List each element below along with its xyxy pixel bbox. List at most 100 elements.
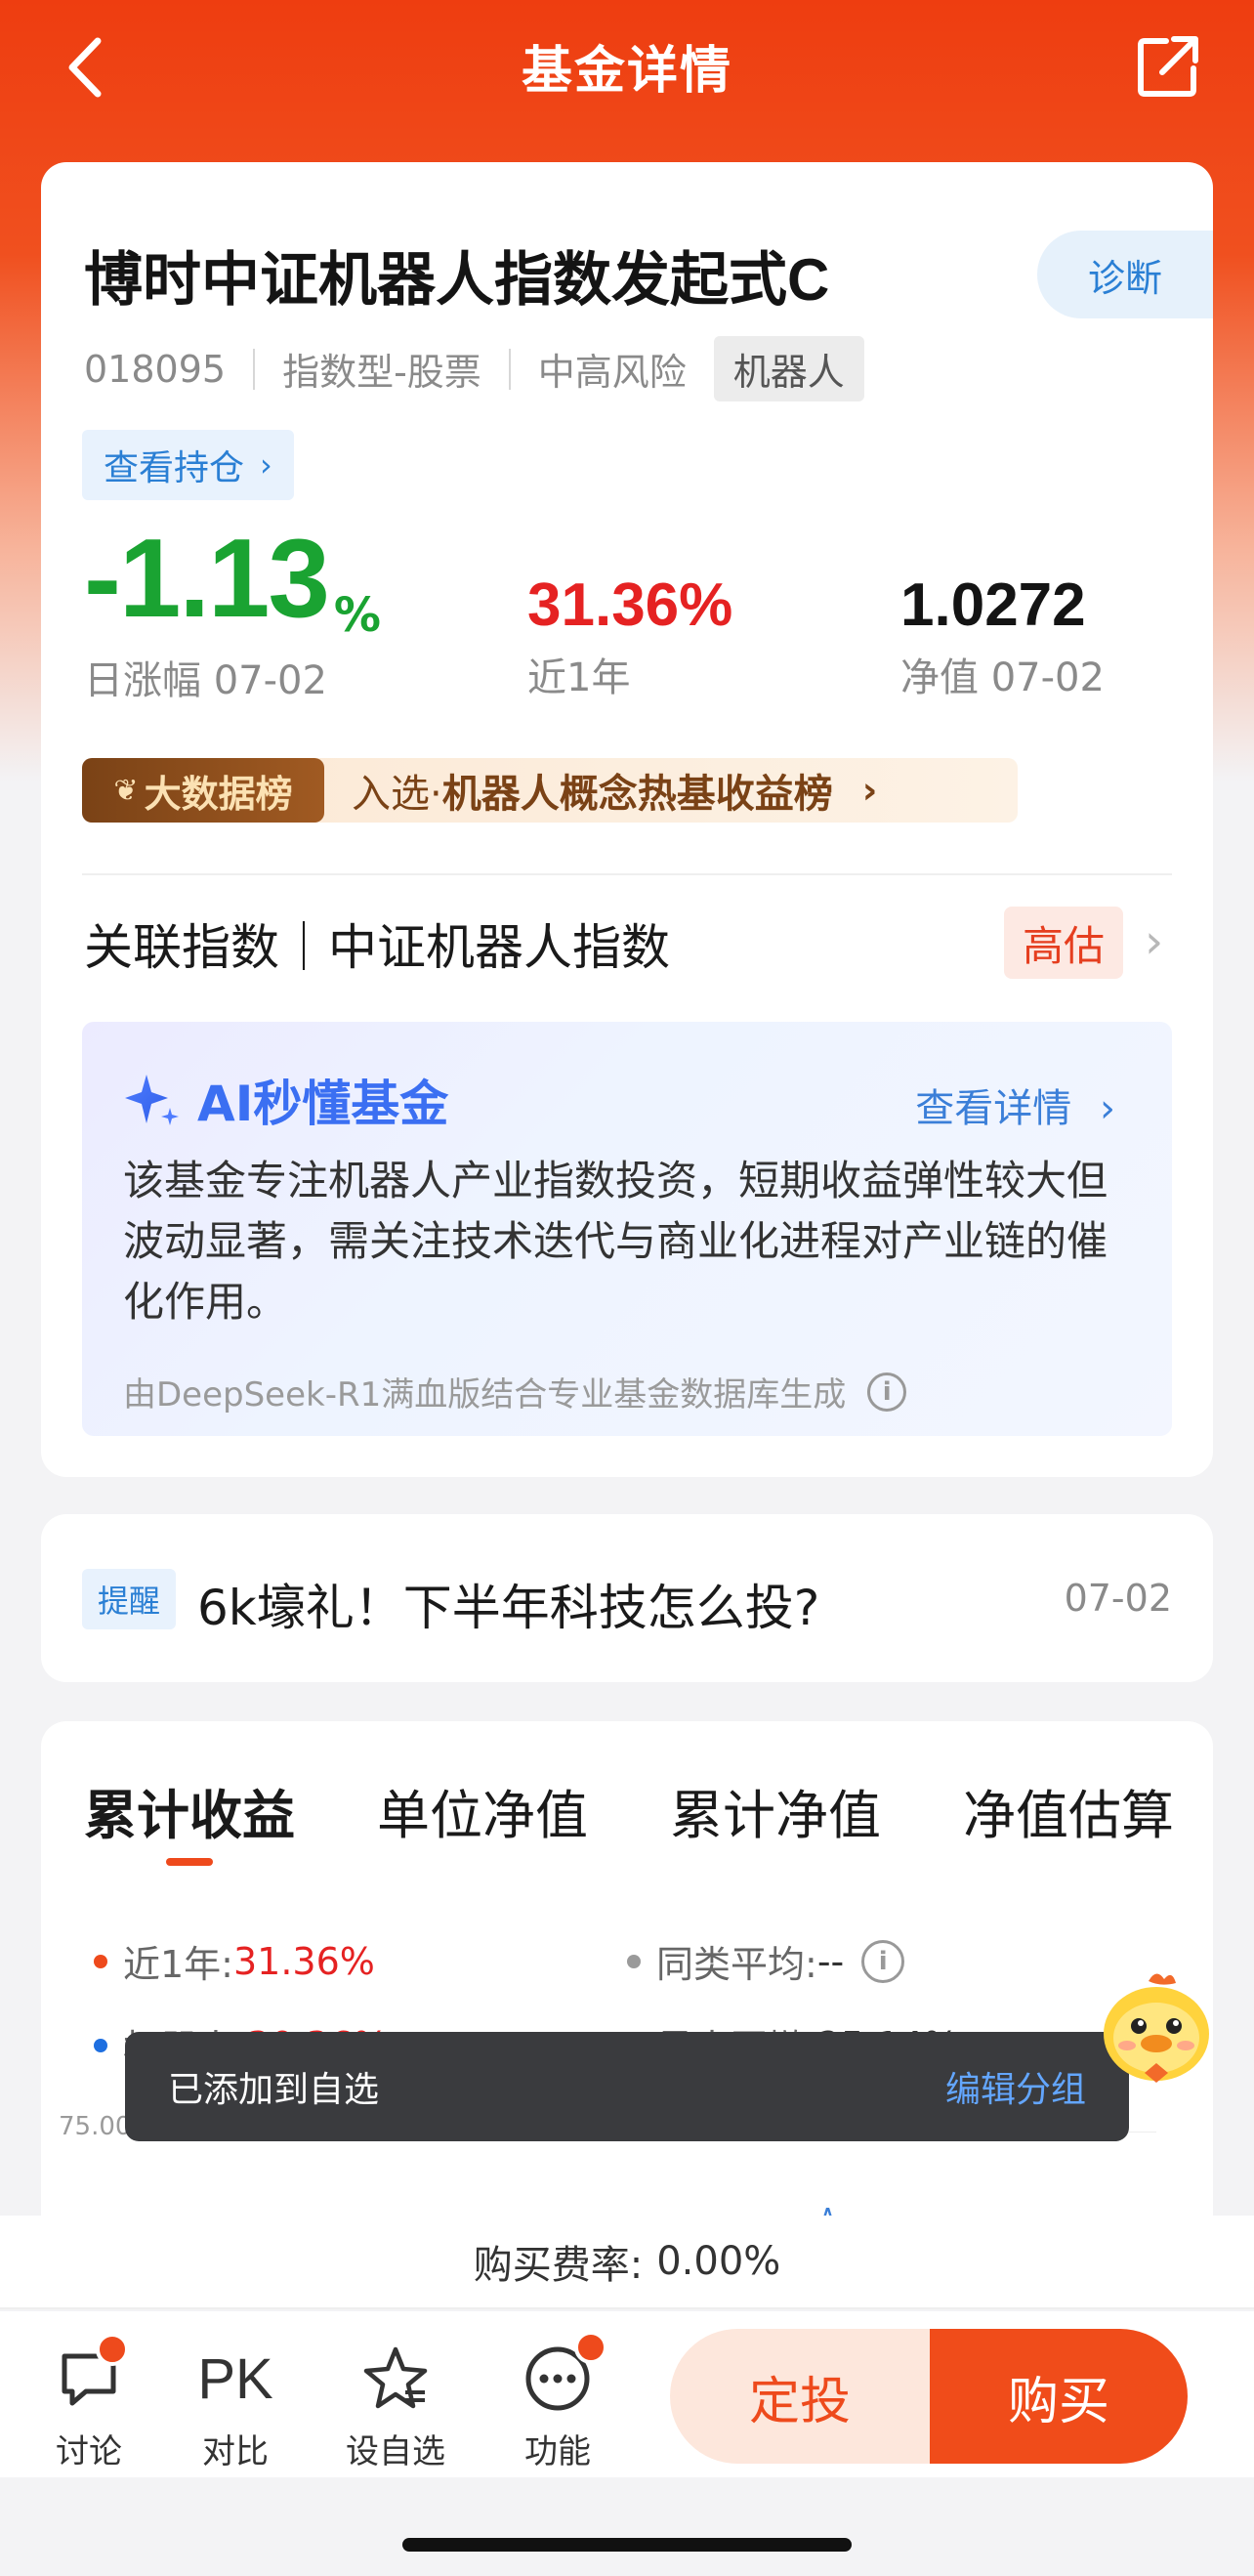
- notice-tag: 提醒: [82, 1569, 176, 1629]
- active-tab-indicator: [166, 1858, 213, 1866]
- valuation-badge[interactable]: 高估: [1004, 907, 1123, 979]
- edit-group-link[interactable]: 编辑分组: [945, 2061, 1086, 2112]
- watchlist-button[interactable]: 设自选: [332, 2341, 459, 2472]
- star-icon: [363, 2346, 428, 2409]
- bigdata-list-name: 机器人概念热基收益榜: [441, 772, 833, 817]
- compare-button[interactable]: PK 对比: [172, 2341, 299, 2472]
- chevron-right-icon: ›: [260, 446, 272, 484]
- functions-icon-wrap: [494, 2331, 621, 2417]
- ai-source-text: 由DeepSeek-R1满血版结合专业基金数据库生成: [123, 1375, 847, 1415]
- nav-value: 1.0272: [900, 571, 1086, 639]
- chevron-right-icon: ›: [1100, 1086, 1115, 1131]
- tab-nav-estimate[interactable]: 净值估算: [963, 1772, 1174, 1849]
- view-holdings-button[interactable]: 查看持仓 ›: [82, 430, 294, 500]
- watchlist-icon-wrap: [332, 2341, 459, 2417]
- bigdata-badge-label: 大数据榜: [144, 772, 293, 816]
- notice-date: 07-02: [1064, 1577, 1172, 1620]
- discuss-icon-wrap: [25, 2333, 152, 2417]
- legend-fund-label: 近1年:: [123, 1943, 233, 1986]
- fund-overview-card: 博时中证机器人指数发起式C 诊断 018095 指数型-股票 中高风险 机器人 …: [41, 162, 1213, 1477]
- sip-button[interactable]: 定投: [670, 2329, 930, 2464]
- chart-tabs: 累计收益 单位净值 累计净值 净值估算: [84, 1772, 1174, 1849]
- functions-button[interactable]: 功能: [494, 2331, 621, 2472]
- fee-value: 0.00%: [656, 2239, 781, 2284]
- fund-name: 博时中证机器人指数发起式C: [84, 247, 830, 313]
- daily-change-stat: -1.13 % 日涨幅 07-02: [84, 517, 381, 705]
- divider: [508, 348, 511, 390]
- home-indicator[interactable]: [402, 2538, 852, 2552]
- sparkle-icon: [125, 1075, 179, 1125]
- legend-dot: [94, 2038, 107, 2052]
- page-title: 基金详情: [521, 42, 732, 101]
- notification-dot: [574, 2331, 607, 2364]
- view-holdings-label: 查看持仓: [104, 448, 245, 488]
- theme-tag[interactable]: 机器人: [713, 336, 864, 401]
- legend-dot: [627, 1954, 641, 1968]
- section-divider: [82, 873, 1172, 875]
- daily-change-value: -1.13: [84, 517, 330, 641]
- discuss-button[interactable]: 讨论: [25, 2333, 152, 2472]
- year-return-label: 近1年: [527, 655, 631, 700]
- toast-message: 已添加到自选: [168, 2070, 380, 2110]
- fund-code: 018095: [84, 347, 227, 391]
- legend-dot: [94, 1954, 107, 1968]
- legend-peer: 同类平均: -- i: [627, 1934, 905, 1988]
- chick-icon: [1104, 1973, 1209, 2083]
- year-return-value: 31.36%: [527, 571, 733, 639]
- tab-cumulative-nav[interactable]: 累计净值: [670, 1772, 881, 1849]
- tab-unit-nav[interactable]: 单位净值: [377, 1772, 588, 1849]
- ai-view-details-label: 查看详情: [915, 1086, 1072, 1131]
- nav-header: 基金详情: [0, 0, 1254, 137]
- toast-notification: 已添加到自选 编辑分组: [125, 2032, 1129, 2141]
- pk-icon: PK: [197, 2346, 273, 2411]
- buy-button[interactable]: 购买: [930, 2329, 1188, 2464]
- compare-label: 对比: [202, 2432, 269, 2471]
- ai-summary-title: AI秒懂基金: [121, 1065, 448, 1135]
- bigdata-text: 入选·机器人概念热基收益榜: [352, 762, 833, 819]
- info-icon[interactable]: i: [867, 1372, 907, 1412]
- info-icon[interactable]: i: [861, 1939, 905, 1983]
- discuss-label: 讨论: [56, 2432, 122, 2471]
- related-index-link[interactable]: 关联指数｜中证机器人指数: [84, 908, 670, 979]
- share-button[interactable]: [1133, 31, 1203, 102]
- nav-label: 净值 07-02: [900, 655, 1105, 700]
- chevron-right-icon: ›: [861, 769, 878, 812]
- watchlist-label: 设自选: [346, 2432, 445, 2471]
- laurel-left-icon: ❦: [113, 773, 139, 808]
- divider: [253, 348, 256, 390]
- ai-summary-text: 该基金专注机器人产业指数投资，短期收益弹性较大但波动显著，需关注技术迭代与商业化…: [123, 1157, 1108, 1326]
- fund-risk: 中高风险: [537, 351, 687, 394]
- ai-title-text: AI秒懂基金: [197, 1076, 449, 1132]
- performance-card: 累计收益 单位净值 累计净值 净值估算 近1年: 31.36% 同类平均: --…: [41, 1721, 1213, 2288]
- ai-view-details-link[interactable]: 查看详情 ›: [915, 1077, 1115, 1133]
- ai-summary-box: AI秒懂基金 查看详情 › 该基金专注机器人产业指数投资，短期收益弹性较大但波动…: [82, 1022, 1172, 1436]
- bigdata-ranking-banner[interactable]: ❦ 大数据榜 入选·机器人概念热基收益榜 ›: [82, 758, 1018, 823]
- share-icon: [1138, 36, 1198, 97]
- legend-fund-value: 31.36%: [232, 1939, 375, 1983]
- legend-peer-value: --: [816, 1939, 845, 1983]
- mascot-chick-icon[interactable]: [1092, 1965, 1219, 2090]
- legend-fund: 近1年: 31.36%: [94, 1934, 375, 1988]
- year-return-stat: 31.36% 近1年: [527, 570, 732, 702]
- ai-source-note: 由DeepSeek-R1满血版结合专业基金数据库生成 i: [123, 1368, 907, 1415]
- compare-icon-wrap: PK: [172, 2341, 299, 2417]
- purchase-button-group: 定投 购买: [670, 2329, 1188, 2464]
- functions-label: 功能: [524, 2432, 591, 2471]
- notice-card[interactable]: 提醒 6k壕礼！下半年科技怎么投? 07-02: [41, 1514, 1213, 1682]
- fund-type: 指数型-股票: [282, 351, 481, 394]
- chevron-right-icon[interactable]: ›: [1145, 914, 1163, 969]
- notice-text: 6k壕礼！下半年科技怎么投?: [197, 1580, 820, 1636]
- nav-stat: 1.0272 净值 07-02: [900, 570, 1105, 702]
- notification-dot: [96, 2333, 129, 2366]
- bigdata-badge: ❦ 大数据榜: [82, 758, 324, 823]
- fee-label: 购买费率:: [473, 2243, 644, 2288]
- bottom-action-bar: 讨论 PK 对比 设自选 功能 定投 购买: [0, 2311, 1254, 2477]
- fund-meta-row: 018095 指数型-股票 中高风险 机器人: [84, 336, 864, 401]
- legend-peer-label: 同类平均:: [656, 1943, 817, 1986]
- diagnose-button[interactable]: 诊断: [1037, 231, 1213, 318]
- daily-change-label: 日涨幅 07-02: [84, 658, 327, 703]
- bigdata-prefix: 入选·: [352, 772, 442, 817]
- daily-change-unit: %: [333, 588, 381, 643]
- purchase-fee-bar: 购买费率: 0.00%: [0, 2216, 1254, 2309]
- tab-cumulative-return[interactable]: 累计收益: [84, 1772, 295, 1849]
